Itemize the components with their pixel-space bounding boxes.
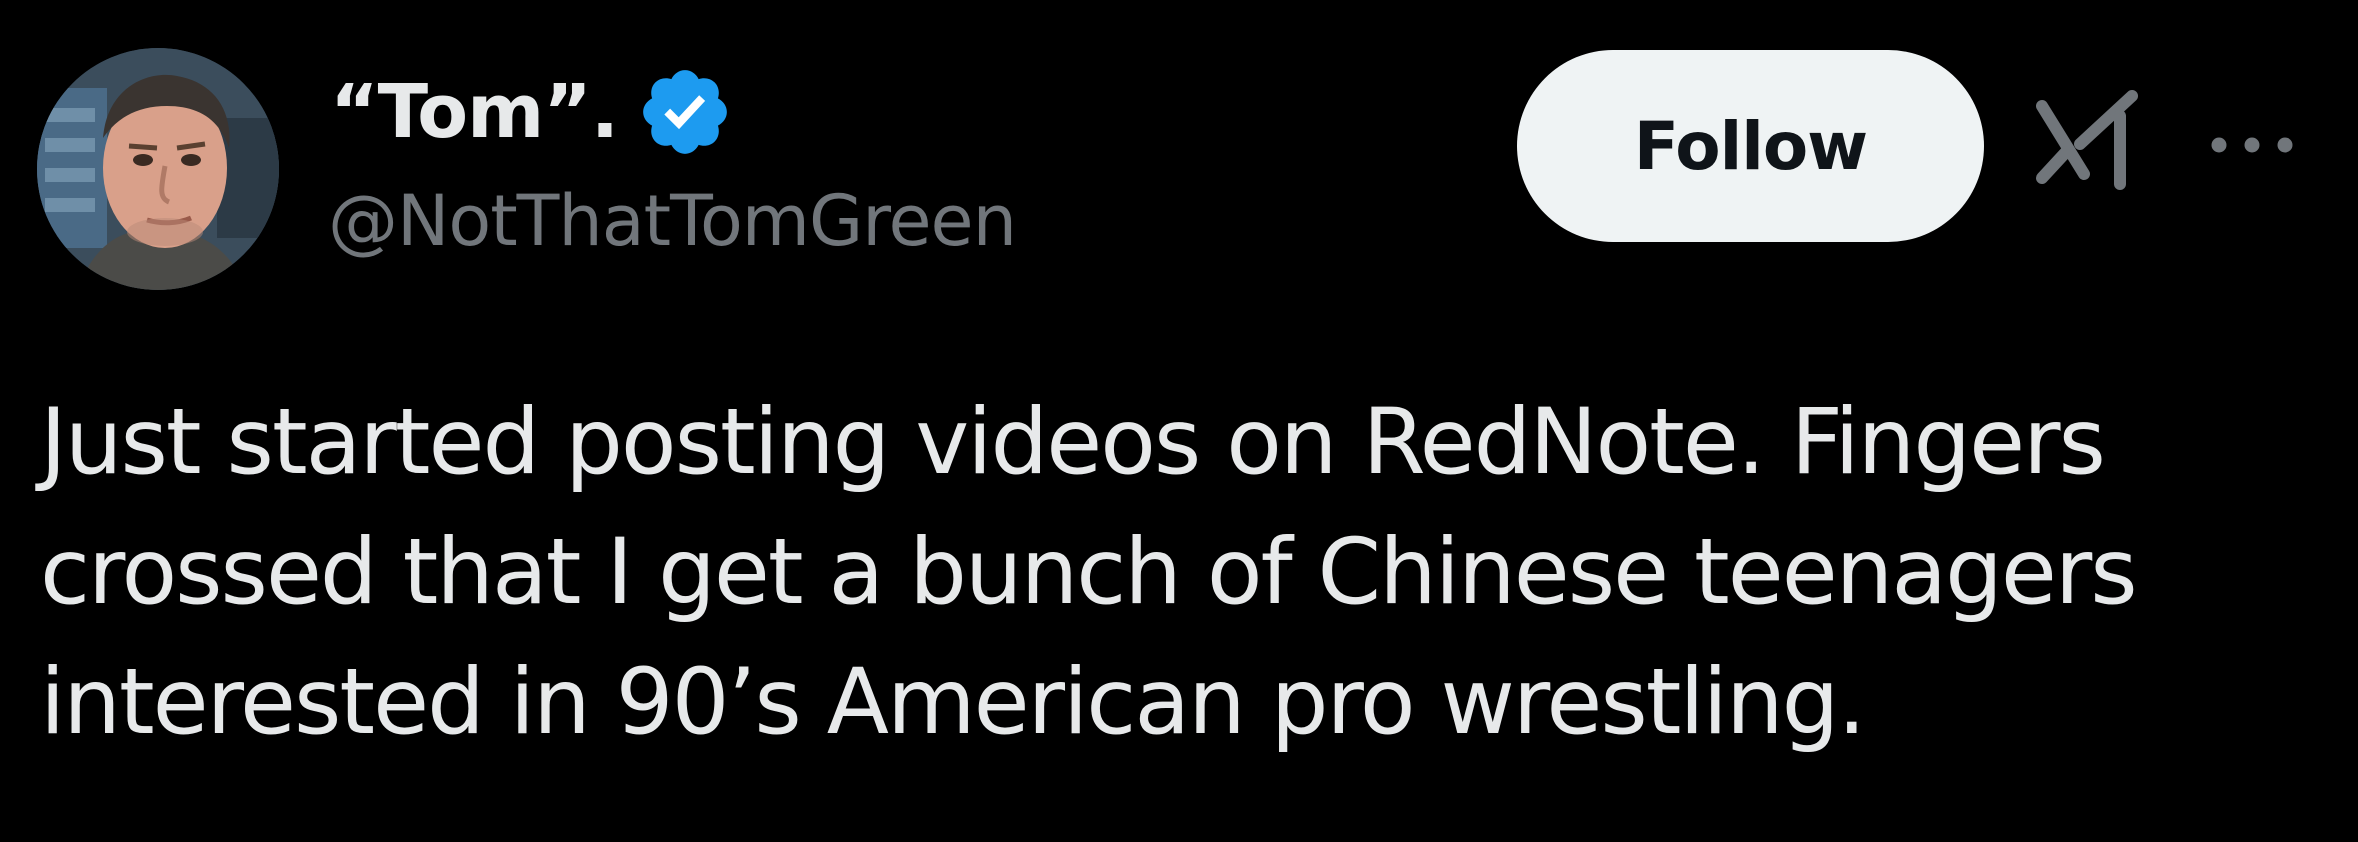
author-handle[interactable]: @NotThatTomGreen xyxy=(328,180,1017,262)
tweet-text: Just started posting videos on RedNote. … xyxy=(40,390,2138,755)
avatar[interactable] xyxy=(37,48,279,290)
more-options-icon[interactable] xyxy=(2206,128,2298,162)
grok-icon[interactable] xyxy=(2036,86,2140,194)
author-name-row: “Tom”. xyxy=(330,62,734,162)
display-name[interactable]: “Tom”. xyxy=(330,69,619,155)
verified-badge-icon[interactable] xyxy=(636,63,734,161)
follow-button[interactable]: Follow xyxy=(1517,50,1984,242)
avatar-image xyxy=(37,48,279,290)
tweet-card: “Tom”. @NotThatTomGreen Follow Just star… xyxy=(0,0,2358,842)
